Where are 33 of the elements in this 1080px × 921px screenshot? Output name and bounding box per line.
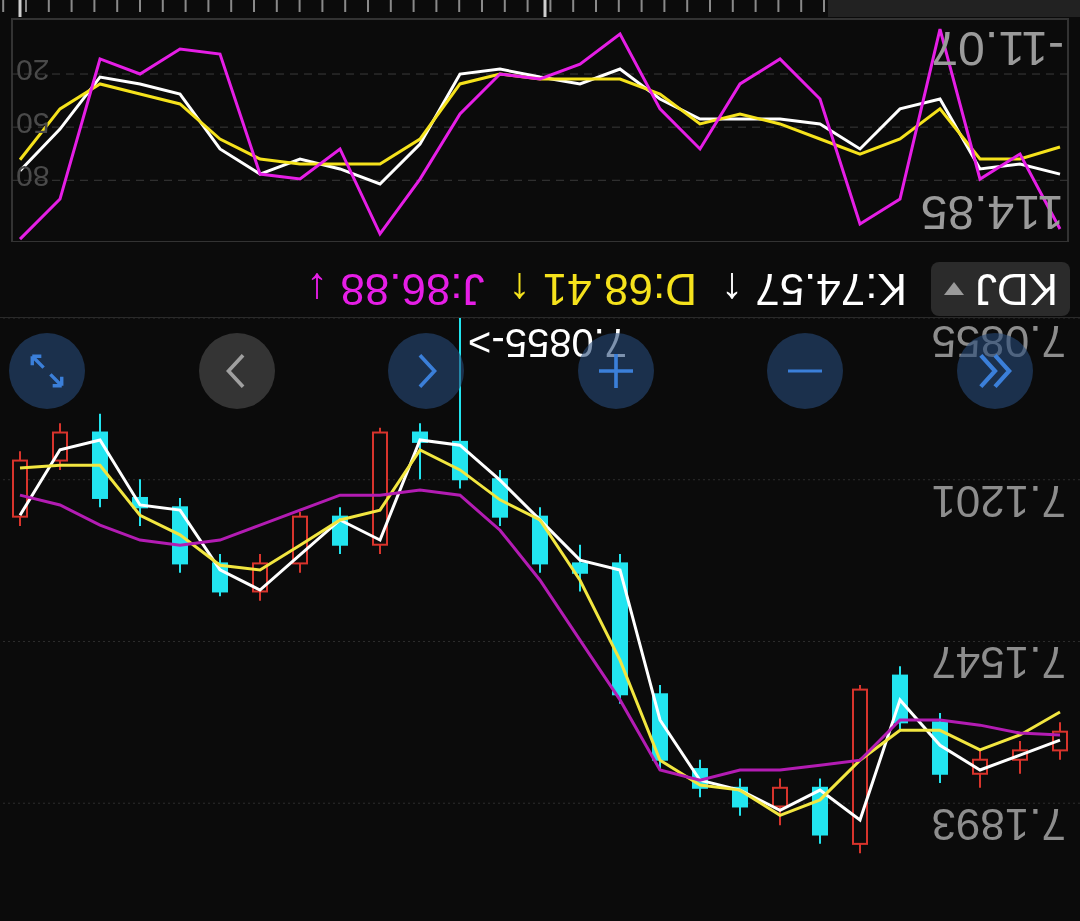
indicator-reading: D:68.41 ↑ (508, 264, 697, 314)
low-price-marker: 7.0855-> (468, 321, 628, 365)
candlestick (412, 422, 428, 481)
candlestick (492, 468, 508, 527)
indicator-axis-label: 50 (16, 107, 50, 141)
indicator-axis-label: 20 (16, 54, 50, 87)
candlestick (732, 777, 748, 817)
candlestick (692, 758, 708, 799)
indicator-dropdown[interactable]: KDJ (930, 262, 1070, 316)
expand-icon (30, 354, 65, 388)
range-high-label: 114.85 (920, 186, 1064, 239)
price-axis-label: 7.1201 (931, 476, 1066, 526)
candlestick (332, 506, 348, 556)
range-low-label: -11.07 (931, 22, 1064, 75)
price-axis-label: 7.1547 (931, 638, 1066, 688)
indicator-reading: K:74.57 ↑ (720, 264, 907, 314)
indicator-reading: J:86.88 ↓ (306, 264, 485, 314)
price-axis-label: 7.0855 (931, 318, 1066, 366)
candlestick (252, 553, 268, 602)
indicator-axis-label: 80 (16, 160, 50, 194)
candlestick (212, 553, 228, 598)
minus-icon (788, 369, 823, 373)
candlestick (772, 777, 788, 827)
candlestick (52, 422, 68, 471)
candlestick (812, 777, 828, 845)
candlestick (132, 478, 148, 527)
price-axis-label: 7.1893 (931, 800, 1066, 850)
caret-icon (942, 281, 965, 297)
candlestick (972, 749, 988, 789)
candlestick (572, 543, 588, 593)
candlestick (532, 506, 548, 574)
candlestick (1052, 721, 1068, 761)
candlestick (1012, 740, 1028, 775)
